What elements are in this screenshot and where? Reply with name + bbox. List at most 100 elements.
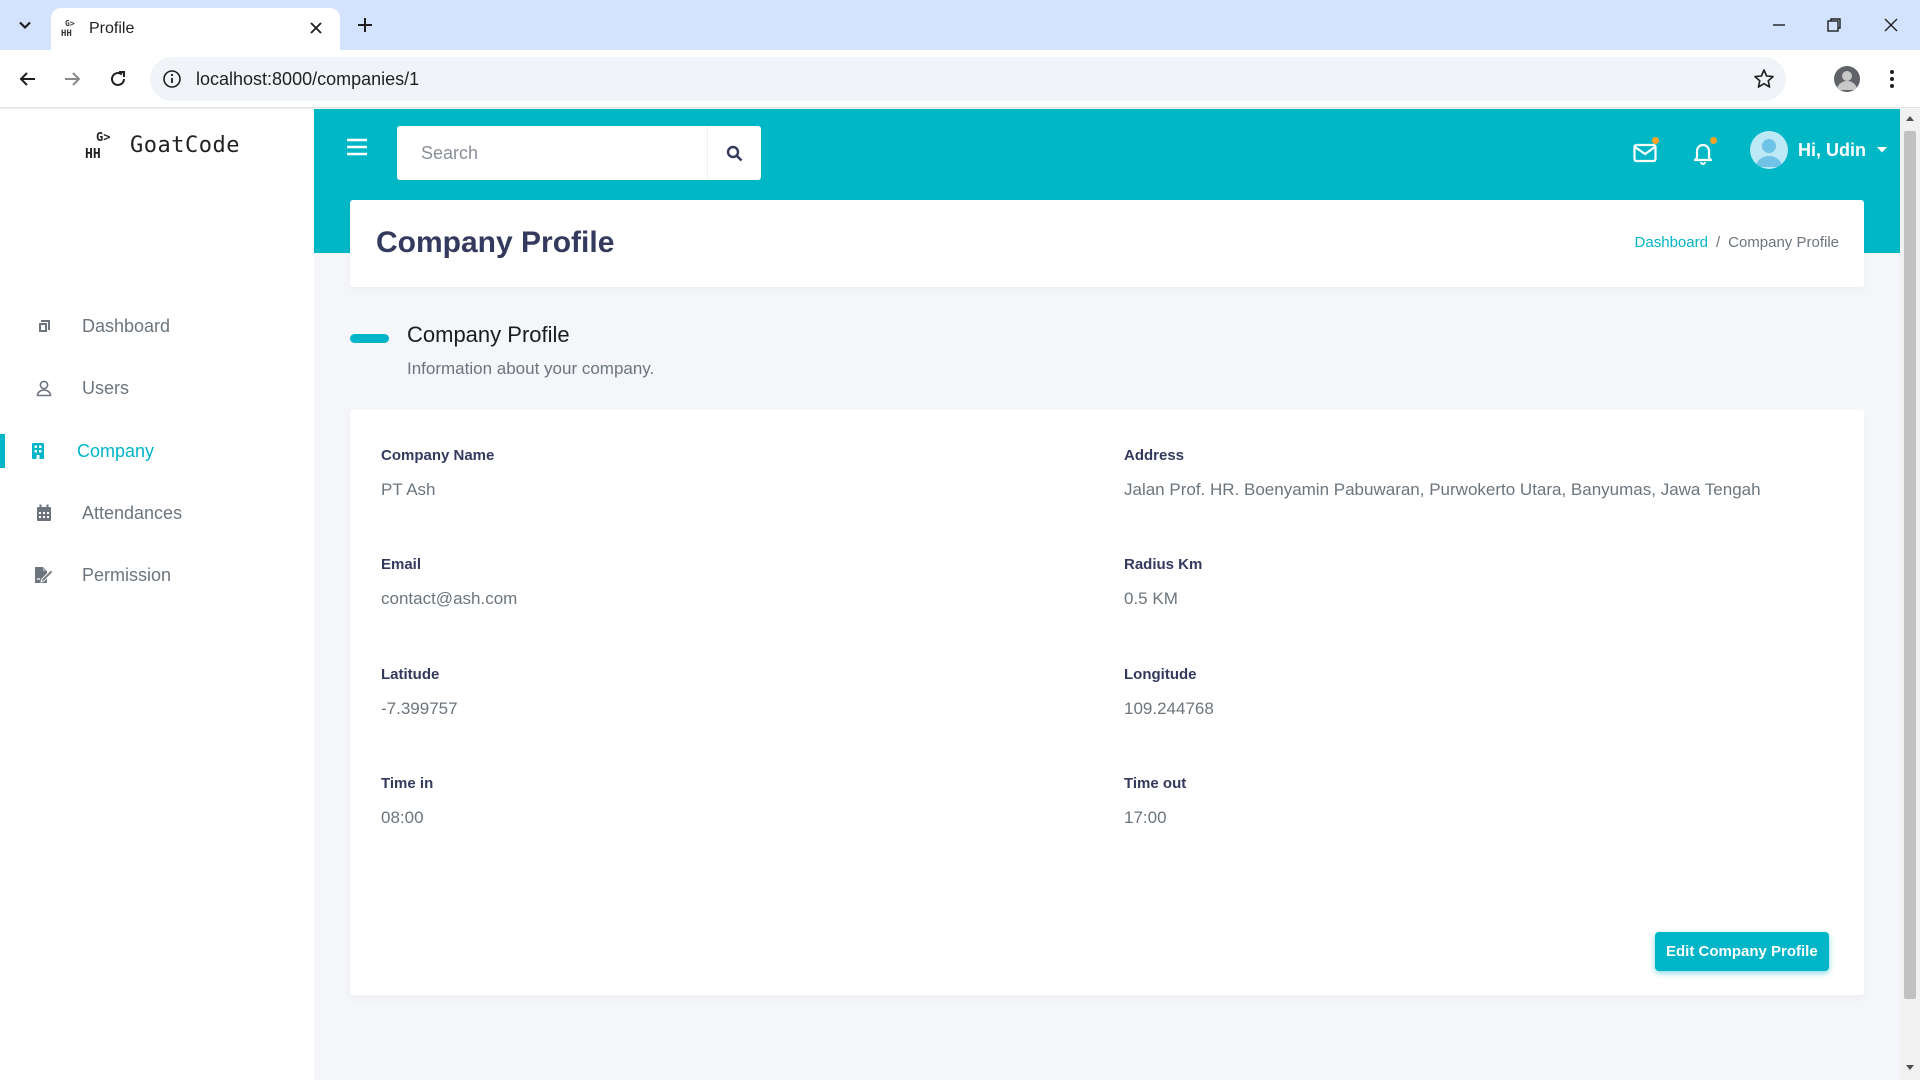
- sidebar-item-attendances[interactable]: Attendances: [0, 487, 314, 539]
- section-accent-bar: [350, 334, 389, 343]
- page-viewport: G> HH GoatCode Dashboard Users Company A…: [0, 109, 1920, 1080]
- field-radius: Radius Km 0.5 KM: [1124, 556, 1202, 609]
- field-time-out: Time out 17:00: [1124, 775, 1186, 828]
- field-longitude: Longitude 109.244768: [1124, 666, 1214, 719]
- breadcrumb-current: Company Profile: [1728, 234, 1839, 251]
- sidebar-item-label: Dashboard: [82, 315, 171, 336]
- field-label: Address: [1124, 447, 1185, 464]
- breadcrumb: Dashboard / Company Profile: [1635, 234, 1839, 251]
- field-label: Time in: [381, 775, 434, 792]
- breadcrumb-separator: /: [1715, 234, 1721, 251]
- bookmark-star-icon[interactable]: [1752, 67, 1776, 91]
- scroll-down-arrow-icon[interactable]: [1900, 1061, 1920, 1075]
- svg-text:HH: HH: [85, 147, 101, 161]
- browser-profile-icon[interactable]: [1834, 66, 1860, 92]
- notification-dot: [1710, 137, 1717, 144]
- building-icon: [28, 441, 48, 461]
- field-email: Email contact@ash.com: [381, 556, 517, 609]
- field-label: Latitude: [381, 666, 440, 683]
- new-tab-icon[interactable]: [352, 12, 378, 38]
- field-label: Radius Km: [1124, 556, 1203, 573]
- browser-tab[interactable]: G> HH Profile: [51, 8, 340, 50]
- search-box: [397, 126, 761, 180]
- caret-down-icon: [1877, 147, 1887, 153]
- goatcode-logo-icon: G> HH: [85, 130, 110, 161]
- favicon-icon: G> HH: [60, 17, 82, 39]
- browser-tab-strip: G> HH Profile: [0, 0, 1920, 50]
- avatar: [1750, 131, 1788, 169]
- field-label: Time out: [1124, 775, 1187, 792]
- browser-toolbar: localhost:8000/companies/1: [0, 50, 1920, 108]
- page-title: Company Profile: [376, 226, 615, 259]
- search-icon: [726, 145, 743, 161]
- field-value: 08:00: [381, 808, 424, 827]
- sidebar-item-dashboard[interactable]: Dashboard: [0, 300, 314, 352]
- search-button[interactable]: [707, 126, 761, 180]
- field-address: Address Jalan Prof. HR. Boenyamin Pabuwa…: [1124, 447, 1761, 500]
- search-input[interactable]: [397, 126, 707, 180]
- section-lead: Information about your company.: [407, 359, 655, 378]
- scrollbar-thumb[interactable]: [1904, 131, 1916, 999]
- reload-icon[interactable]: [102, 63, 134, 95]
- tab-search-button[interactable]: [10, 10, 40, 40]
- field-value: 17:00: [1124, 808, 1167, 827]
- user-greeting: Hi, Udin: [1798, 139, 1866, 160]
- breadcrumb-link-dashboard[interactable]: Dashboard: [1635, 234, 1708, 251]
- section-title: Company Profile: [407, 322, 570, 347]
- close-tab-icon[interactable]: [306, 18, 326, 38]
- box-icon: [34, 316, 54, 336]
- close-window-icon[interactable]: [1876, 10, 1906, 40]
- field-label: Company Name: [381, 447, 495, 464]
- sidebar-item-label: Permission: [82, 564, 172, 585]
- field-label: Longitude: [1124, 666, 1197, 683]
- field-label: Email: [381, 556, 422, 573]
- svg-text:HH: HH: [61, 29, 72, 39]
- address-bar[interactable]: localhost:8000/companies/1: [150, 57, 1786, 101]
- sidebar-item-label: Attendances: [82, 502, 183, 523]
- calendar-icon: [34, 503, 54, 523]
- field-value: 0.5 KM: [1124, 589, 1178, 608]
- company-detail-card: Company Name PT Ash Address Jalan Prof. …: [350, 410, 1864, 995]
- url-text[interactable]: localhost:8000/companies/1: [196, 69, 419, 90]
- brand-name: GoatCode: [130, 132, 240, 158]
- svg-text:G>: G>: [65, 19, 75, 28]
- browser-menu-icon[interactable]: [1880, 64, 1904, 94]
- field-value: contact@ash.com: [381, 589, 518, 608]
- chevron-down-icon: [19, 21, 31, 30]
- restore-window-icon[interactable]: [1819, 10, 1849, 40]
- notifications-button[interactable]: [1688, 137, 1718, 167]
- bell-icon: [1693, 143, 1713, 165]
- sidebar: G> HH GoatCode Dashboard Users Company A…: [0, 109, 314, 1080]
- envelope-icon: [1633, 143, 1657, 163]
- field-value: Jalan Prof. HR. Boenyamin Pabuwaran, Pur…: [1124, 480, 1761, 499]
- file-signature-icon: [34, 565, 54, 585]
- tab-title: Profile: [89, 20, 135, 37]
- minimize-window-icon[interactable]: [1764, 10, 1794, 40]
- notification-dot: [1652, 137, 1659, 144]
- sidebar-item-company[interactable]: Company: [0, 425, 314, 477]
- field-value: 109.244768: [1124, 699, 1214, 718]
- sidebar-item-label: Users: [82, 377, 130, 398]
- edit-company-profile-button[interactable]: Edit Company Profile: [1655, 932, 1829, 971]
- field-company-name: Company Name PT Ash: [381, 447, 494, 500]
- hamburger-menu-icon[interactable]: [344, 134, 370, 160]
- sidebar-item-permission[interactable]: Permission: [0, 549, 314, 601]
- active-indicator: [0, 434, 5, 468]
- brand[interactable]: G> HH GoatCode: [84, 129, 240, 161]
- scroll-up-arrow-icon[interactable]: [1900, 111, 1920, 125]
- field-value: PT Ash: [381, 480, 436, 499]
- user-icon: [34, 378, 54, 398]
- sidebar-item-label: Company: [77, 440, 155, 461]
- section-header: Company Profile Dashboard / Company Prof…: [350, 200, 1864, 287]
- page-scrollbar[interactable]: [1900, 109, 1920, 1080]
- field-time-in: Time in 08:00: [381, 775, 433, 828]
- field-value: -7.399757: [381, 699, 458, 718]
- messages-button[interactable]: [1630, 137, 1660, 167]
- site-info-icon[interactable]: [160, 67, 184, 91]
- back-arrow-icon[interactable]: [12, 63, 44, 95]
- svg-text:G>: G>: [96, 130, 110, 144]
- forward-arrow-icon[interactable]: [56, 63, 88, 95]
- user-dropdown[interactable]: Hi, Udin: [1750, 131, 1888, 169]
- field-latitude: Latitude -7.399757: [381, 666, 458, 719]
- sidebar-item-users[interactable]: Users: [0, 362, 314, 414]
